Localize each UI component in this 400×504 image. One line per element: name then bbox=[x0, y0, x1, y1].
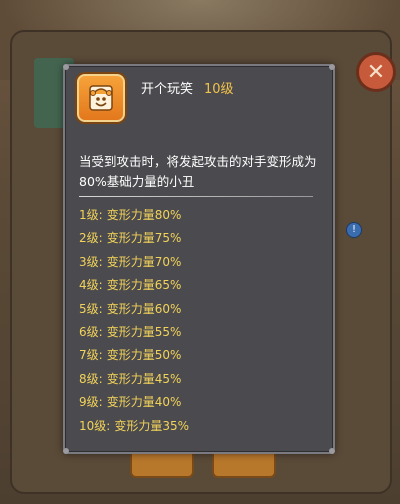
level-row: 6级: 变形力量55% bbox=[79, 324, 182, 339]
level-row: 5级: 变形力量60% bbox=[79, 301, 182, 316]
tooltip-corner bbox=[63, 64, 69, 70]
jester-skill-icon bbox=[77, 74, 125, 122]
level-row: 9级: 变形力量40% bbox=[79, 395, 182, 410]
tooltip-corner bbox=[329, 448, 335, 454]
tooltip-corner bbox=[63, 448, 69, 454]
level-row: 8级: 变形力量45% bbox=[79, 371, 182, 386]
skill-level: 10级 bbox=[204, 82, 234, 97]
tooltip-corner bbox=[329, 64, 335, 70]
level-row: 2级: 变形力量75% bbox=[79, 231, 182, 246]
skill-tooltip: 开个玩笑 10级 当受到攻击时，将发起攻击的对手变形成为80%基础力量的小丑 1… bbox=[63, 64, 335, 454]
skill-name: 开个玩笑 bbox=[141, 82, 194, 97]
level-row: 1级: 变形力量80% bbox=[79, 208, 182, 222]
level-row: 7级: 变形力量50% bbox=[79, 348, 182, 363]
level-row: 4级: 变形力量65% bbox=[79, 278, 182, 293]
info-icon[interactable]: ! bbox=[346, 222, 362, 238]
divider bbox=[79, 196, 313, 197]
skill-description: 当受到攻击时，将发起攻击的对手变形成为80%基础力量的小丑 bbox=[79, 154, 317, 189]
level-row: 10级: 变形力量35% bbox=[79, 418, 190, 433]
close-icon: ✕ bbox=[366, 59, 386, 85]
level-row: 3级: 变形力量70% bbox=[79, 254, 182, 269]
level-list: 1级: 变形力量80% 2级: 变形力量75% 3级: 变形力量70% 4级: 变形力量… bbox=[79, 204, 189, 438]
close-button[interactable]: ✕ bbox=[356, 52, 396, 92]
